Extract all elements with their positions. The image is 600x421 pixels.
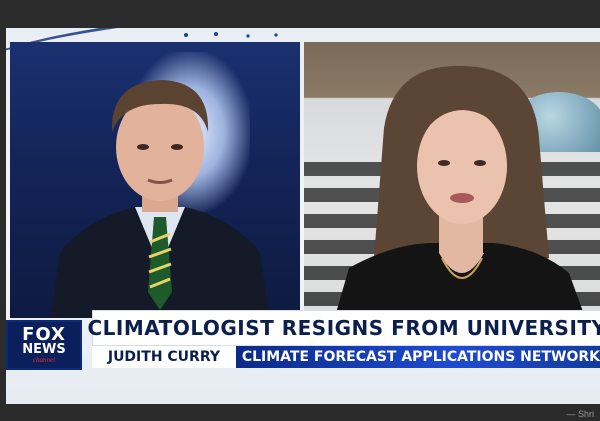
- host-figure: [50, 80, 270, 318]
- guest-affiliation: CLIMATE FORECAST APPLICATIONS NETWORK: [241, 349, 600, 365]
- video-frame: FOX NEWS channel CLIMATOLOGIST RESIGNS F…: [0, 0, 600, 421]
- headline-bar: CLIMATOLOGIST RESIGNS FROM UNIVERSITY: [87, 310, 600, 346]
- background-dots: [184, 32, 278, 38]
- logo-line-news: NEWS: [22, 341, 66, 357]
- guest-affiliation-box: CLIMATE FORECAST APPLICATIONS NETWORK: [235, 346, 600, 368]
- headline-text: CLIMATOLOGIST RESIGNS FROM UNIVERSITY: [87, 316, 600, 340]
- logo-line-fox: FOX: [22, 323, 66, 345]
- corner-label: — Shri: [566, 409, 594, 419]
- host-video-panel: [10, 42, 300, 318]
- lower-third: FOX NEWS channel CLIMATOLOGIST RESIGNS F…: [6, 310, 600, 372]
- guest-info-bar: JUDITH CURRY CLIMATE FORECAST APPLICATIO…: [92, 346, 600, 368]
- guest-figure: [334, 65, 586, 318]
- guest-video-panel: [304, 42, 600, 318]
- bottom-letterbox: — Shri: [0, 404, 600, 421]
- top-letterbox: [0, 0, 600, 28]
- fox-news-logo: FOX NEWS channel: [6, 320, 82, 370]
- logo-line-channel: channel: [32, 355, 56, 364]
- guest-name-box: JUDITH CURRY: [92, 346, 236, 368]
- guest-name: JUDITH CURRY: [107, 349, 220, 365]
- broadcast-screen: FOX NEWS channel CLIMATOLOGIST RESIGNS F…: [6, 28, 600, 404]
